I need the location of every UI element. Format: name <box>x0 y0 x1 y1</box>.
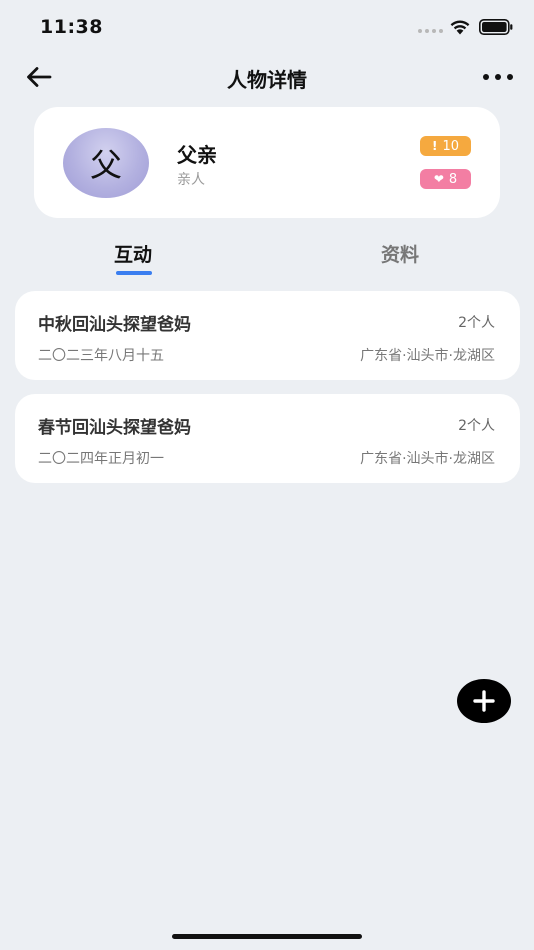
profile-relation: 亲人 <box>177 172 205 188</box>
more-dots-icon[interactable] <box>480 66 516 88</box>
attention-badge: ! 10 <box>420 136 471 156</box>
event-location: 广东省·汕头市·龙湖区 <box>360 451 495 467</box>
event-participant-count: 2个人 <box>458 315 495 331</box>
profile-card[interactable]: 父 父亲 亲人 ! 10 ❤ 8 <box>34 107 500 218</box>
attention-count: 10 <box>442 138 460 154</box>
event-title: 春节回汕头探望爸妈 <box>38 418 191 438</box>
avatar: 父 <box>63 128 149 198</box>
battery-icon <box>479 19 513 35</box>
event-title: 中秋回汕头探望爸妈 <box>38 315 191 335</box>
status-bar: 11:38 <box>0 0 534 54</box>
add-event-button[interactable] <box>457 679 511 723</box>
like-count: 8 <box>448 171 458 187</box>
profile-name: 父亲 <box>177 143 217 167</box>
exclamation-icon: ! <box>431 139 438 153</box>
event-participant-count: 2个人 <box>458 418 495 434</box>
like-badge: ❤ 8 <box>420 169 471 189</box>
status-time: 11:38 <box>40 16 103 38</box>
nav-bar: 人物详情 <box>0 54 534 100</box>
event-card[interactable]: 中秋回汕头探望爸妈 2个人 二〇二三年八月十五 广东省·汕头市·龙湖区 <box>15 291 520 380</box>
cellular-signal-icon <box>418 29 443 33</box>
event-date: 二〇二三年八月十五 <box>38 348 164 364</box>
tab-bar: 互动 资料 <box>0 240 534 280</box>
plus-icon <box>473 690 495 712</box>
home-indicator <box>172 934 362 939</box>
event-date: 二〇二四年正月初一 <box>38 451 164 467</box>
page-title: 人物详情 <box>227 68 307 92</box>
event-location: 广东省·汕头市·龙湖区 <box>360 348 495 364</box>
tab-profile[interactable]: 资料 <box>340 240 460 267</box>
tab-active-indicator <box>116 271 152 275</box>
heart-icon: ❤ <box>433 172 444 186</box>
event-card[interactable]: 春节回汕头探望爸妈 2个人 二〇二四年正月初一 广东省·汕头市·龙湖区 <box>15 394 520 483</box>
screen: 11:38 人物详情 父 父亲 亲人 ! 10 ❤ 8 互动 资料 中秋回汕头探… <box>0 0 534 950</box>
tab-interaction[interactable]: 互动 <box>73 240 193 267</box>
wifi-icon <box>450 20 470 35</box>
